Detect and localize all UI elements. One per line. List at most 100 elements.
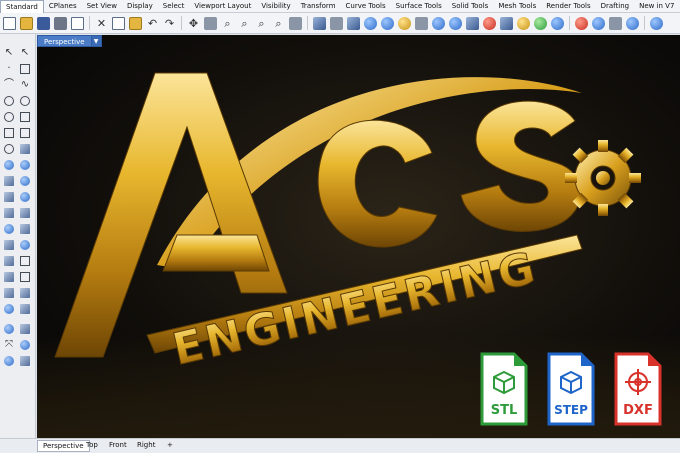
rotate-icon[interactable] (4, 256, 14, 266)
mirror-icon[interactable] (4, 272, 14, 282)
extrude-icon[interactable] (20, 160, 30, 170)
select-arrow-icon[interactable]: ↖ (4, 48, 14, 58)
cylinder-icon[interactable] (20, 192, 30, 202)
split-icon[interactable] (20, 288, 30, 298)
hatch-icon[interactable] (20, 224, 30, 234)
ellipse-icon[interactable] (4, 112, 14, 122)
tab-top[interactable]: Top (81, 440, 103, 452)
tab-viewport-layout[interactable]: Viewport Layout (189, 0, 256, 13)
rotate-view-icon[interactable] (204, 16, 217, 30)
print-icon[interactable] (54, 16, 67, 30)
import-icon[interactable] (71, 16, 84, 30)
analyze-icon[interactable] (575, 16, 588, 30)
rectangle-icon[interactable] (20, 112, 30, 122)
text-object-icon[interactable] (20, 128, 30, 138)
light-icon[interactable] (517, 16, 530, 30)
tab-render-tools[interactable]: Render Tools (541, 0, 595, 13)
material-icon[interactable] (534, 16, 547, 30)
surface-icon[interactable] (4, 160, 14, 170)
line-icon[interactable] (20, 64, 30, 74)
viewport-menu-chevron-icon[interactable]: ▼ (91, 35, 102, 47)
zoom-extents-icon[interactable]: ⌕ (255, 17, 268, 30)
lock-icon[interactable] (415, 16, 428, 30)
tab-front[interactable]: Front (104, 440, 132, 452)
circle-icon[interactable] (4, 96, 14, 106)
trim-icon[interactable] (4, 288, 14, 298)
scale-icon[interactable] (20, 256, 30, 266)
options-icon[interactable] (592, 16, 605, 30)
copy-object-icon[interactable] (20, 240, 30, 250)
mesh-icon[interactable] (4, 192, 14, 202)
cut-icon[interactable]: ✕ (95, 17, 108, 30)
new-file-icon[interactable] (3, 16, 16, 30)
tab-display[interactable]: Display (122, 0, 158, 13)
tab-standard[interactable]: Standard (0, 0, 44, 13)
redo-icon[interactable]: ↷ (163, 17, 176, 30)
four-view-icon[interactable] (313, 16, 326, 30)
box-icon[interactable] (4, 176, 14, 186)
select-point-icon[interactable]: ↖ (20, 48, 30, 58)
shaded-icon[interactable] (500, 16, 513, 30)
tab-visibility[interactable]: Visibility (256, 0, 295, 13)
arc-icon[interactable] (20, 96, 30, 106)
zoom-icon[interactable]: ⌕ (221, 17, 234, 30)
analyze-direction-icon[interactable] (20, 340, 30, 350)
boolean-difference-icon[interactable] (20, 208, 30, 218)
tab-curve-tools[interactable]: Curve Tools (341, 0, 391, 13)
tab-new-in-v7[interactable]: New in V7 (634, 0, 679, 13)
undo-view-icon[interactable] (289, 16, 302, 30)
tab-set-view[interactable]: Set View (82, 0, 122, 13)
boolean-union-icon[interactable] (4, 208, 14, 218)
search-icon[interactable] (650, 16, 663, 30)
point-icon[interactable]: · (4, 64, 14, 74)
tab-solid-tools[interactable]: Solid Tools (447, 0, 494, 13)
save-icon[interactable] (37, 16, 50, 30)
paste-icon[interactable] (129, 16, 142, 30)
polygon-icon[interactable] (4, 128, 14, 138)
hide-icon[interactable] (381, 16, 394, 30)
tab-drafting[interactable]: Drafting (596, 0, 634, 13)
osnap-icon[interactable] (432, 16, 445, 30)
show-icon[interactable] (398, 16, 411, 30)
tab-mesh-tools[interactable]: Mesh Tools (493, 0, 541, 13)
viewport-title[interactable]: Perspective (37, 35, 92, 47)
move-icon[interactable] (4, 240, 14, 250)
render-icon[interactable] (483, 16, 496, 30)
dimension-icon[interactable] (4, 224, 14, 234)
zoom-window-icon[interactable]: ⌕ (238, 17, 251, 30)
environment-icon[interactable] (551, 16, 564, 30)
tab-right[interactable]: Right (132, 440, 160, 452)
array-icon[interactable] (20, 272, 30, 282)
layer-icon[interactable] (449, 16, 462, 30)
tab-surface-tools[interactable]: Surface Tools (391, 0, 447, 13)
curve-icon[interactable]: ∿ (20, 80, 30, 90)
help-icon[interactable] (626, 16, 639, 30)
project-icon[interactable]: ⤧ (4, 340, 14, 350)
tab-transform[interactable]: Transform (296, 0, 341, 13)
cplane-icon[interactable] (330, 16, 343, 30)
tab-cplanes[interactable]: CPlanes (44, 0, 82, 13)
snapshot-icon[interactable] (20, 356, 30, 366)
toolbar-separator (307, 16, 308, 30)
explode-icon[interactable] (20, 304, 30, 314)
group-icon[interactable] (4, 324, 14, 334)
pan-icon[interactable]: ✥ (187, 17, 200, 30)
perspective-viewport[interactable]: ENGINEERING Perspective ▼ STL STEP DXF (37, 35, 680, 438)
tab-select[interactable]: Select (158, 0, 190, 13)
sphere-icon[interactable] (20, 176, 30, 186)
polyline-icon[interactable]: ⌒ (4, 80, 14, 90)
open-file-icon[interactable] (20, 16, 33, 30)
select-all-icon[interactable] (364, 16, 377, 30)
properties-icon[interactable] (466, 16, 479, 30)
join-icon[interactable] (4, 304, 14, 314)
zoom-selected-icon[interactable]: ⌕ (272, 17, 285, 30)
undo-icon[interactable]: ↶ (146, 17, 159, 30)
offset-icon[interactable] (20, 144, 30, 154)
fillet-icon[interactable] (4, 144, 14, 154)
sun-icon[interactable] (609, 16, 622, 30)
copy-icon[interactable] (112, 16, 125, 30)
render-preview-icon[interactable] (4, 356, 14, 366)
block-icon[interactable] (20, 324, 30, 334)
add-viewport-tab-button[interactable]: + (162, 440, 178, 452)
set-view-icon[interactable] (347, 16, 360, 30)
